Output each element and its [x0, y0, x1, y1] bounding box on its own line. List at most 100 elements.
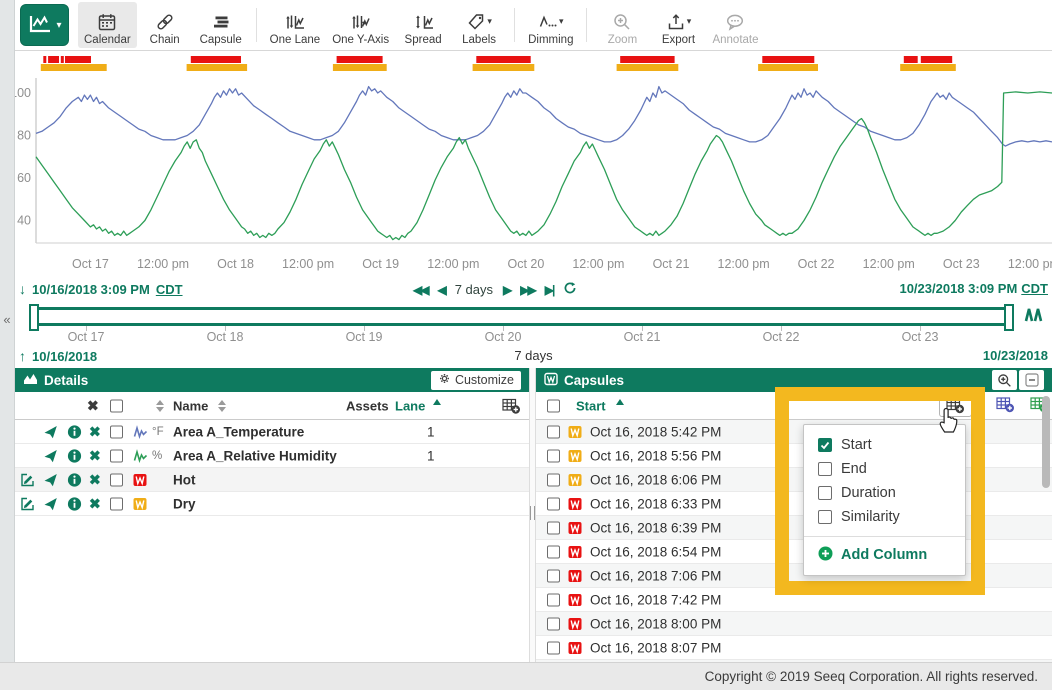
row-checkbox[interactable]: [547, 593, 560, 606]
extend-range-start-icon[interactable]: ↓: [19, 281, 26, 297]
remove-item-icon[interactable]: ✖: [89, 471, 101, 488]
row-checkbox[interactable]: [547, 521, 560, 534]
capsule-row[interactable]: Oct 16, 2018 8:00 PM: [536, 612, 1052, 636]
display-range-end[interactable]: 10/23/2018 3:09 PM: [899, 281, 1017, 296]
row-checkbox[interactable]: [547, 545, 560, 558]
toolbar-button-dimming[interactable]: ▾Dimming: [522, 2, 579, 48]
row-checkbox[interactable]: [547, 641, 560, 654]
item-name[interactable]: Area A_Temperature: [173, 424, 304, 439]
trend-chart-area[interactable]: 100806040Oct 1712:00 pmOct 1812:00 pmOct…: [15, 51, 1052, 279]
capsule-row[interactable]: Oct 16, 2018 8:07 PM: [536, 636, 1052, 660]
refresh-icon[interactable]: [563, 281, 577, 298]
row-checkbox[interactable]: [110, 497, 123, 510]
select-all-checkbox[interactable]: [110, 399, 123, 412]
row-checkbox[interactable]: [547, 425, 560, 438]
row-checkbox[interactable]: [110, 425, 123, 438]
range-duration-label[interactable]: 7 days: [455, 282, 493, 297]
item-info-icon[interactable]: [67, 448, 82, 463]
pin-to-trend-icon[interactable]: [43, 448, 58, 463]
toolbar-button-capsule[interactable]: Capsule: [193, 2, 249, 48]
range-handle-left[interactable]: [29, 304, 39, 331]
timezone-link-start[interactable]: CDT: [156, 282, 183, 297]
toolbar-button-one-y-axis[interactable]: One Y-Axis: [326, 2, 395, 48]
column-option-end[interactable]: End: [804, 457, 965, 481]
select-all-capsules-checkbox[interactable]: [547, 399, 560, 412]
details-row[interactable]: ✖°FArea A_Temperature1: [15, 420, 529, 444]
toolbar-button-spread[interactable]: Spread: [395, 2, 451, 48]
details-row[interactable]: ✖ Dry: [15, 492, 529, 516]
sort-icon[interactable]: [218, 400, 226, 412]
customize-button[interactable]: Customize: [431, 371, 521, 390]
capsule-row[interactable]: Oct 16, 2018 6:06 PM: [536, 468, 1052, 492]
capsule-row[interactable]: Oct 16, 2018 5:42 PM: [536, 420, 1052, 444]
column-option-similarity[interactable]: Similarity: [804, 505, 965, 529]
expand-left-panel-handle[interactable]: «: [0, 312, 14, 327]
capsule-row[interactable]: Oct 16, 2018 6:33 PM: [536, 492, 1052, 516]
row-checkbox[interactable]: [547, 497, 560, 510]
row-checkbox[interactable]: [547, 449, 560, 462]
toolbar-button-chain[interactable]: Chain: [137, 2, 193, 48]
step-to-now-icon[interactable]: ▶|: [545, 283, 554, 297]
capsule-row[interactable]: Oct 16, 2018 7:42 PM: [536, 588, 1052, 612]
add-column-item[interactable]: Add Column: [804, 541, 965, 569]
pin-to-trend-icon[interactable]: [43, 472, 58, 487]
panel-resize-divider[interactable]: [529, 368, 536, 663]
item-name[interactable]: Hot: [173, 472, 196, 487]
pin-to-trend-icon[interactable]: [43, 424, 58, 439]
dimming-icon: ▾: [538, 12, 564, 34]
remove-item-icon[interactable]: ✖: [89, 495, 101, 512]
lane-column-header[interactable]: Lane: [395, 398, 425, 413]
step-forward-many-icon[interactable]: ▶▶: [520, 283, 534, 297]
assets-column-header[interactable]: Assets: [346, 398, 389, 413]
capsule-row[interactable]: Oct 16, 2018 7:06 PM: [536, 564, 1052, 588]
item-info-icon[interactable]: [67, 472, 82, 487]
toolbar-button-labels[interactable]: ▾Labels: [451, 2, 507, 48]
row-checkbox[interactable]: [547, 569, 560, 582]
range-handle-right[interactable]: [1004, 304, 1014, 331]
view-selector-button[interactable]: ▾: [20, 4, 69, 46]
selected-range-window[interactable]: [34, 307, 1013, 326]
item-name[interactable]: Dry: [173, 496, 196, 511]
capsule-row[interactable]: Oct 16, 2018 6:54 PM: [536, 540, 1052, 564]
sort-icon[interactable]: [156, 400, 164, 412]
remove-item-icon[interactable]: ✖: [89, 447, 101, 464]
choose-columns-button[interactable]: [939, 394, 972, 417]
capsule-time-icon[interactable]: [1024, 305, 1046, 330]
toolbar-button-one-lane[interactable]: One Lane: [264, 2, 327, 48]
row-checkbox[interactable]: [547, 617, 560, 630]
capsule-row[interactable]: Oct 16, 2018 5:56 PM: [536, 444, 1052, 468]
timezone-link-end[interactable]: CDT: [1021, 281, 1048, 296]
item-name[interactable]: Area A_Relative Humidity: [173, 448, 337, 463]
details-add-column-icon[interactable]: [502, 397, 521, 414]
row-checkbox[interactable]: [110, 449, 123, 462]
remove-item-icon[interactable]: ✖: [89, 423, 101, 440]
step-forward-icon[interactable]: ▶: [503, 283, 510, 297]
start-column-header[interactable]: Start: [576, 398, 606, 413]
toolbar-button-calendar[interactable]: Calendar: [78, 2, 137, 48]
step-back-icon[interactable]: ◀: [437, 283, 444, 297]
collapse-panel-button[interactable]: [1019, 370, 1044, 390]
item-info-icon[interactable]: [67, 496, 82, 511]
display-range-start[interactable]: 10/16/2018 3:09 PM: [32, 282, 150, 297]
capsule-start-value: Oct 16, 2018 8:07 PM: [590, 640, 721, 655]
pin-to-trend-icon[interactable]: [43, 496, 58, 511]
capsules-scrollbar[interactable]: [1042, 396, 1051, 626]
edit-condition-icon[interactable]: [20, 496, 35, 511]
remove-all-icon[interactable]: ✖: [87, 397, 99, 414]
toolbar-button-export[interactable]: ▾Export: [650, 2, 706, 48]
name-column-header[interactable]: Name: [173, 398, 208, 413]
details-row[interactable]: ✖%Area A_Relative Humidity1: [15, 444, 529, 468]
investigate-start-icon[interactable]: ↑: [19, 348, 26, 364]
zoom-to-capsule-button[interactable]: [992, 370, 1017, 390]
capsule-row[interactable]: Oct 16, 2018 6:39 PM: [536, 516, 1052, 540]
edit-condition-icon[interactable]: [20, 472, 35, 487]
item-info-icon[interactable]: [67, 424, 82, 439]
stats-columns-icon[interactable]: [996, 396, 1015, 416]
scrollbar-thumb[interactable]: [1042, 396, 1050, 488]
row-checkbox[interactable]: [110, 473, 123, 486]
details-row[interactable]: ✖ Hot: [15, 468, 529, 492]
column-option-duration[interactable]: Duration: [804, 481, 965, 505]
step-back-many-icon[interactable]: ◀◀: [413, 283, 427, 297]
column-option-start[interactable]: Start: [804, 433, 965, 457]
row-checkbox[interactable]: [547, 473, 560, 486]
